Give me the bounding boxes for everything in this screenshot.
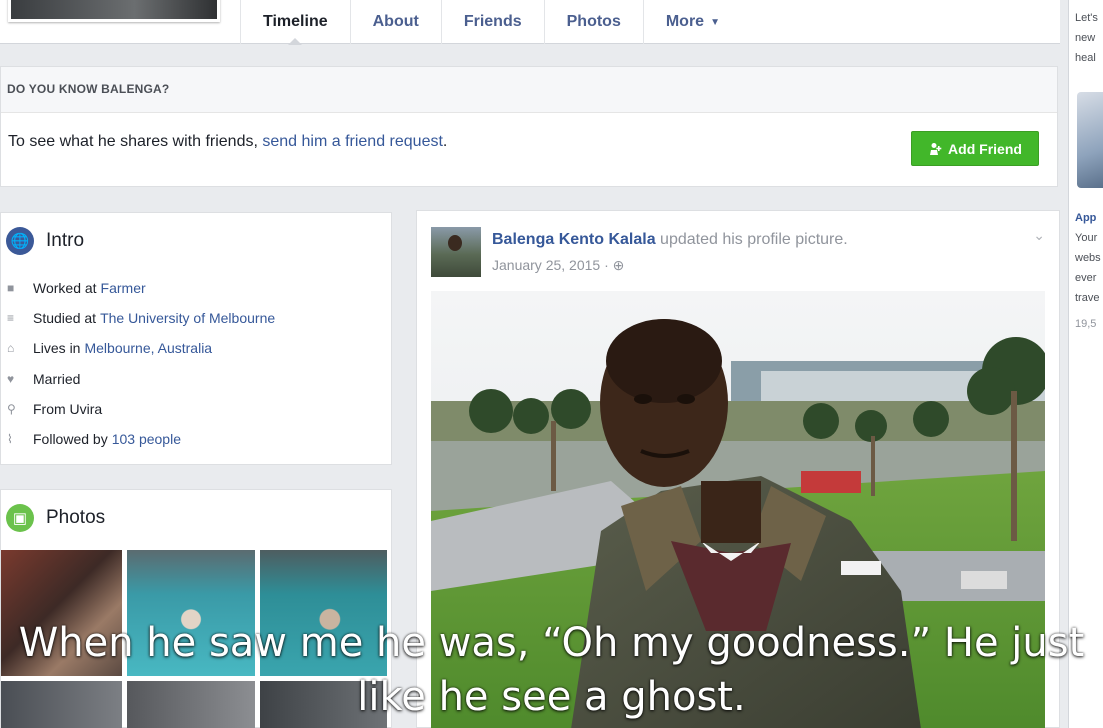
photos-header: ▣ Photos — [1, 490, 391, 546]
intro-item-link[interactable]: Melbourne, Australia — [84, 340, 212, 356]
tab-about[interactable]: About — [349, 0, 441, 44]
author-avatar[interactable] — [431, 227, 481, 277]
add-friend-button[interactable]: Add Friend — [911, 131, 1039, 166]
intro-item-work: ■ Worked at Farmer — [7, 273, 391, 303]
intro-card: 🌐 Intro ■ Worked at Farmer ≡ Studied at The … — [0, 212, 392, 465]
intro-item-text: Followed by — [33, 431, 108, 448]
sidebar-text: Your — [1075, 232, 1098, 244]
intro-item-text: From Uvira — [33, 400, 103, 417]
sidebar-ad-title[interactable]: App — [1075, 212, 1096, 224]
intro-title: Intro — [46, 230, 85, 251]
intro-item-followers: ⌇ Followed by 103 people — [7, 424, 391, 454]
intro-list: ■ Worked at Farmer ≡ Studied at The Universi… — [1, 269, 391, 454]
add-friend-label: Add Friend — [948, 140, 1022, 157]
intro-item-link[interactable]: 103 people — [112, 431, 181, 447]
tab-label: About — [372, 13, 419, 30]
tab-label: More — [665, 13, 705, 30]
caret-down-icon: ▼ — [710, 16, 720, 28]
friend-request-prompt: DO YOU KNOW BALENGA? To see what he shar… — [0, 66, 1058, 187]
globe-icon: ⊕ — [612, 257, 625, 273]
cover-photo-thumbnail[interactable] — [8, 0, 220, 22]
tab-label: Friends — [463, 13, 522, 30]
sidebar-ad-image[interactable] — [1077, 92, 1103, 188]
intro-header: 🌐 Intro — [1, 213, 391, 269]
globe-icon: 🌐 — [6, 227, 34, 255]
author-name-link[interactable]: Balenga Kento Kalala — [492, 231, 656, 248]
tab-label: Photos — [566, 13, 621, 30]
subtitle-line-2: like he see a ghost. — [357, 674, 746, 720]
add-person-icon — [930, 142, 942, 155]
video-subtitle: When he saw me he was, “Oh my goodness.”… — [0, 616, 1103, 724]
subtitle-line-1: When he saw me he was, “Oh my goodness.”… — [18, 620, 1085, 666]
sidebar-text: webs — [1075, 252, 1101, 264]
tab-label: Timeline — [263, 13, 328, 30]
intro-item-text: Lives in — [33, 340, 81, 357]
intro-item-hometown: ⚲ From Uvira — [7, 394, 391, 424]
chevron-down-icon[interactable]: ⌄ — [1033, 227, 1045, 244]
sidebar-count: 19,5 — [1075, 318, 1097, 330]
briefcase-icon: ■ — [7, 281, 15, 296]
post-action-text: updated his profile picture. — [655, 231, 848, 248]
photo-album-icon: ▣ — [6, 504, 34, 532]
sidebar-text: ever — [1075, 272, 1097, 284]
house-icon: ⌂ — [7, 341, 15, 356]
intro-item-text: Worked at — [33, 280, 97, 297]
intro-item-education: ≡ Studied at The University of Melbourne — [7, 303, 391, 333]
graduation-cap-icon: ≡ — [7, 311, 15, 326]
intro-item-text: Studied at — [33, 310, 97, 327]
post-date-link[interactable]: January 25, 2015 · — [492, 257, 609, 273]
sidebar-text: new — [1075, 32, 1096, 44]
post-meta: January 25, 2015 · ⊕ — [492, 257, 624, 274]
prompt-body: To see what he shares with friends, send… — [1, 113, 1057, 171]
prompt-text-end: . — [442, 133, 448, 150]
photos-title: Photos — [46, 507, 106, 528]
prompt-text: To see what he shares with friends, — [8, 133, 263, 150]
post-header: Balenga Kento Kalala updated his profile… — [492, 231, 848, 249]
location-pin-icon: ⚲ — [7, 401, 16, 416]
rss-icon: ⌇ — [7, 432, 13, 447]
intro-item-lives: ⌂ Lives in Melbourne, Australia — [7, 333, 391, 363]
intro-item-text: Married — [33, 370, 81, 387]
tab-more[interactable]: More ▼ — [642, 0, 742, 44]
profile-tabs: Timeline About Friends Photos More ▼ — [240, 0, 742, 45]
sidebar-text: Let's — [1075, 12, 1098, 24]
heart-icon: ♥ — [7, 371, 15, 386]
tab-friends[interactable]: Friends — [440, 0, 544, 44]
tab-photos[interactable]: Photos — [543, 0, 643, 44]
intro-item-link[interactable]: The University of Melbourne — [100, 310, 275, 326]
prompt-heading: DO YOU KNOW BALENGA? — [1, 67, 1057, 113]
profile-tab-bar: Timeline About Friends Photos More ▼ — [0, 0, 1060, 45]
send-friend-request-link[interactable]: send him a friend request — [262, 133, 443, 150]
intro-item-link[interactable]: Farmer — [101, 280, 146, 296]
tab-timeline[interactable]: Timeline — [240, 0, 350, 45]
intro-item-relationship: ♥ Married — [7, 364, 391, 394]
sidebar-text: trave — [1075, 292, 1100, 304]
sidebar-text: heal — [1075, 52, 1096, 64]
